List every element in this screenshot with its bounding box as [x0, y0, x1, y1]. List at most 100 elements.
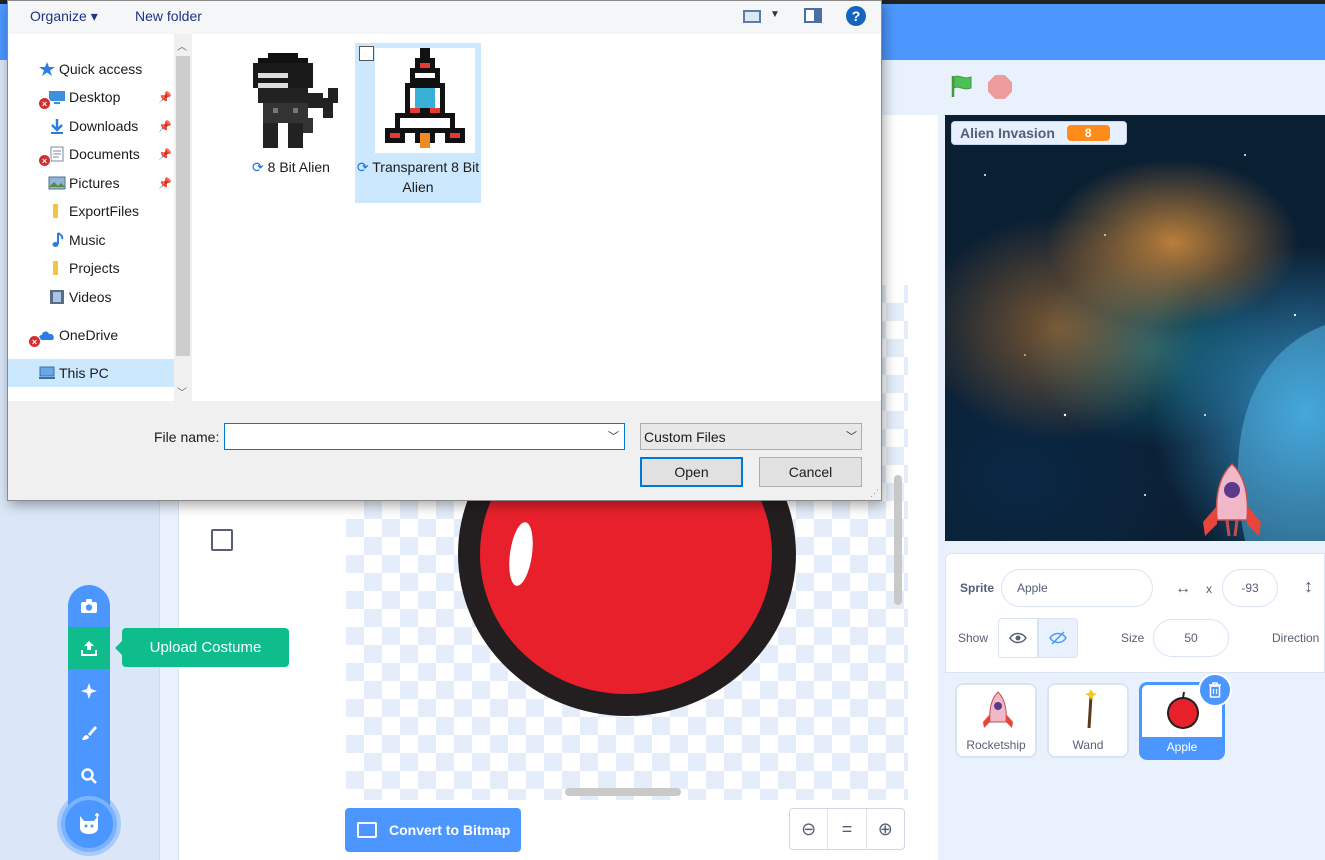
upload-icon — [81, 641, 97, 656]
zoom-controls: ⊖ = ⊕ — [789, 808, 905, 850]
canvas-vertical-scrollbar[interactable] — [894, 475, 902, 605]
file-select-checkbox[interactable] — [359, 46, 374, 61]
surprise-button[interactable] — [68, 670, 110, 712]
sprite-name-rocketship: Rocketship — [966, 738, 1026, 752]
rocket-icon — [983, 691, 1013, 728]
file-name-history-caret-icon[interactable]: ﹀ — [608, 428, 619, 444]
dialog-toolbar: Organize ▾ New folder ▼ ? — [8, 1, 881, 34]
file-thumbnail — [375, 48, 475, 153]
sparkle-icon — [81, 683, 97, 699]
pin-icon: 📌 — [158, 148, 172, 161]
nav-label-quick-access: Quick access — [59, 61, 143, 77]
scroll-up-icon[interactable]: ︿ — [177, 38, 187, 53]
nav-item-music[interactable]: Music — [8, 227, 174, 253]
nav-label-desktop: Desktop — [69, 89, 121, 105]
variable-name: Alien Invasion — [960, 125, 1055, 141]
size-value: 50 — [1184, 631, 1198, 645]
film-icon — [50, 290, 64, 304]
x-position-input[interactable]: -93 — [1222, 569, 1278, 607]
trash-icon — [1209, 682, 1221, 698]
nav-item-pictures[interactable]: Pictures 📌 — [8, 170, 174, 196]
nav-item-downloads[interactable]: Downloads 📌 — [8, 113, 174, 139]
cat-icon — [80, 813, 99, 834]
paint-button[interactable] — [68, 712, 110, 754]
pictures-icon — [48, 176, 66, 190]
choose-costume-button[interactable] — [68, 755, 110, 797]
costume-checkbox[interactable] — [211, 529, 233, 551]
sprite-tile-rocketship[interactable]: Rocketship — [955, 683, 1037, 758]
navigation-scrollbar[interactable]: ︿ ﹀ — [174, 34, 192, 401]
x-position-value: -93 — [1241, 581, 1259, 595]
file-item-transparent-8-bit-alien[interactable]: ⟳ Transparent 8 Bit Alien — [355, 43, 481, 203]
sync-error-icon: × — [38, 154, 51, 167]
file-name-text: Transparent 8 Bit Alien — [372, 159, 480, 195]
preview-pane-icon[interactable] — [804, 8, 822, 23]
nav-item-desktop[interactable]: × Desktop 📌 — [8, 84, 174, 110]
nav-item-documents[interactable]: × Documents 📌 — [8, 141, 174, 167]
navigation-scroll-thumb[interactable] — [176, 56, 190, 356]
convert-to-bitmap-button[interactable]: Convert to Bitmap — [345, 808, 521, 852]
delete-sprite-button[interactable] — [1198, 673, 1232, 707]
pin-icon: 📌 — [158, 177, 172, 190]
nav-item-quick-access[interactable]: Quick access — [8, 56, 174, 82]
choose-costume-main-button[interactable] — [61, 796, 117, 852]
image-icon — [357, 822, 377, 838]
convert-to-bitmap-label: Convert to Bitmap — [389, 822, 511, 838]
nav-item-onedrive[interactable]: × OneDrive — [8, 322, 174, 348]
dialog-bottom-bar — [8, 401, 881, 500]
zoom-in-button[interactable]: ⊕ — [867, 809, 904, 849]
open-button[interactable]: Open — [640, 457, 743, 487]
navigation-pane: Quick access × Desktop 📌 Downloads 📌 × D… — [8, 34, 174, 401]
nav-label-music: Music — [69, 232, 106, 248]
nav-item-this-pc[interactable]: This PC — [8, 359, 174, 387]
zoom-reset-button[interactable]: = — [828, 809, 867, 849]
show-visible-button[interactable] — [998, 618, 1038, 658]
size-input[interactable]: 50 — [1153, 619, 1229, 657]
scroll-down-icon[interactable]: ﹀ — [177, 384, 187, 399]
nav-item-videos[interactable]: Videos — [8, 284, 174, 310]
sprite-label: Sprite — [960, 581, 995, 595]
view-options-caret-icon[interactable]: ▼ — [770, 9, 780, 20]
zoom-out-button[interactable]: ⊖ — [790, 809, 829, 849]
file-type-select[interactable]: Custom Files — [640, 423, 862, 450]
camera-button[interactable] — [68, 585, 110, 627]
download-arrow-icon — [51, 119, 63, 134]
organize-button[interactable]: Organize ▾ — [30, 8, 98, 25]
nav-item-projects[interactable]: Projects — [8, 255, 174, 281]
upload-costume-tooltip: Upload Costume — [115, 628, 289, 667]
sprite-name-input[interactable]: Apple — [1001, 569, 1153, 607]
size-label: Size — [1121, 631, 1145, 645]
file-name-input[interactable] — [224, 423, 625, 450]
change-view-icon[interactable] — [743, 10, 761, 23]
star-icon — [39, 62, 55, 76]
cancel-button[interactable]: Cancel — [759, 457, 862, 487]
file-item-8-bit-alien[interactable]: ⟳ 8 Bit Alien — [228, 43, 354, 203]
file-type-caret-icon[interactable]: ﹀ — [846, 428, 857, 444]
file-thumbnail — [248, 48, 348, 153]
green-flag-icon — [951, 75, 972, 97]
folder-icon — [53, 261, 58, 275]
nebula-background — [984, 154, 1325, 541]
sprite-tile-wand[interactable]: Wand — [1047, 683, 1129, 758]
nav-item-exportfiles[interactable]: ExportFiles — [8, 198, 174, 224]
show-hidden-button[interactable] — [1038, 618, 1078, 658]
nav-label-downloads: Downloads — [69, 118, 139, 134]
resize-grip-icon[interactable]: ⋰ — [870, 488, 879, 499]
upload-costume-button[interactable] — [68, 627, 110, 669]
folder-icon — [53, 204, 58, 218]
canvas-horizontal-scrollbar[interactable] — [565, 788, 681, 796]
sprite-name-value: Apple — [1017, 581, 1048, 595]
music-note-icon — [52, 232, 64, 247]
help-button[interactable]: ? — [846, 6, 866, 26]
nav-label-documents: Documents — [69, 146, 140, 162]
stage-canvas[interactable] — [945, 115, 1325, 541]
nav-label-projects: Projects — [69, 260, 120, 276]
paintbrush-icon — [82, 726, 97, 740]
rocketship-sprite[interactable] — [1197, 462, 1267, 540]
green-flag-button[interactable] — [950, 74, 974, 98]
sync-icon: ⟳ — [252, 159, 268, 175]
variable-monitor[interactable]: Alien Invasion 8 — [951, 121, 1127, 145]
new-folder-button[interactable]: New folder — [135, 8, 202, 24]
x-label: x — [1206, 582, 1212, 596]
file-open-dialog: Organize ▾ New folder ▼ ? Quick access ×… — [7, 0, 882, 501]
